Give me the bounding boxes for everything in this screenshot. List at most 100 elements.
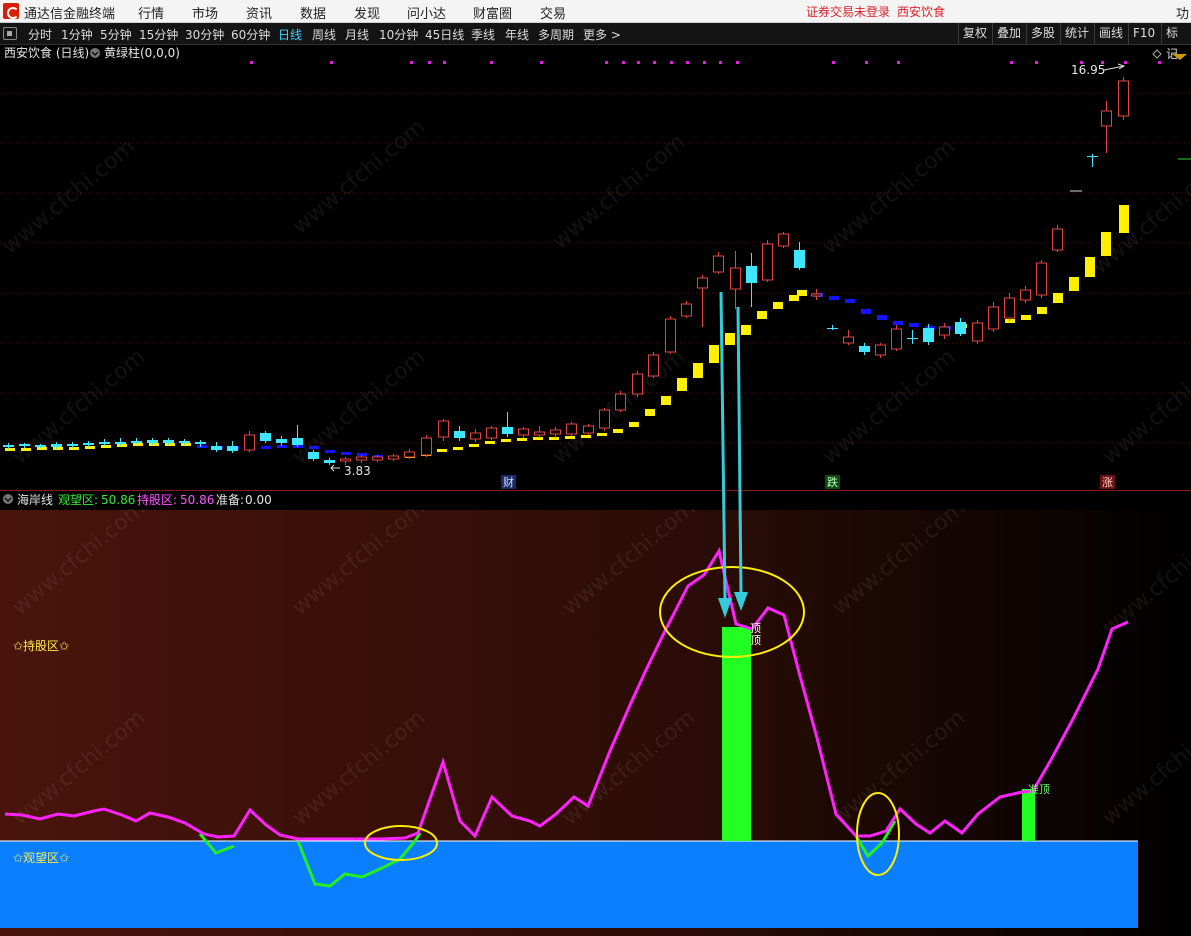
tool-multi-stock[interactable]: 多股 bbox=[1026, 23, 1059, 45]
candle-body bbox=[227, 446, 238, 451]
high-price-arrow bbox=[1103, 63, 1126, 71]
candle-body bbox=[1020, 289, 1031, 301]
period-1min[interactable]: 1分钟 bbox=[61, 26, 93, 43]
candle-body bbox=[388, 455, 399, 460]
trend-bar bbox=[261, 446, 271, 449]
trend-bar bbox=[197, 445, 207, 448]
price-panel-title: 西安饮食 (日线) bbox=[4, 45, 89, 60]
indicator-panel[interactable]: www.cfchi.com www.cfchi.com www.cfchi.com w… bbox=[0, 490, 1191, 936]
trend-bar bbox=[485, 441, 495, 444]
candle-body bbox=[1036, 262, 1047, 296]
candle-body bbox=[470, 432, 481, 440]
tool-adjust-rights[interactable]: 复权 bbox=[958, 23, 991, 45]
period-daily[interactable]: 日线 bbox=[278, 26, 302, 43]
trend-bar bbox=[581, 435, 591, 438]
period-15min[interactable]: 15分钟 bbox=[139, 26, 178, 43]
signal-dot bbox=[686, 61, 689, 64]
period-multi[interactable]: 多周期 bbox=[538, 26, 574, 43]
period-10min[interactable]: 10分钟 bbox=[379, 26, 418, 43]
current-stock-name: 西安饮食 bbox=[897, 5, 946, 19]
trend-bar bbox=[597, 433, 607, 436]
candle-body bbox=[955, 322, 966, 334]
high-price-label: 16.95 bbox=[1071, 63, 1105, 77]
period-monthly[interactable]: 月线 bbox=[345, 26, 369, 43]
signal-dot bbox=[490, 61, 493, 64]
trend-bar bbox=[501, 439, 511, 442]
price-chart-panel[interactable]: www.cfchi.com www.cfchi.com www.cfchi.com w… bbox=[0, 45, 1191, 490]
tool-mark[interactable]: 标记 bbox=[1161, 23, 1191, 61]
trend-bar bbox=[37, 447, 47, 450]
watermark-text: www.cfchi.com bbox=[288, 344, 430, 469]
signal-dot bbox=[605, 61, 608, 64]
candle-body bbox=[730, 267, 741, 290]
indicator-chart[interactable]: www.cfchi.com www.cfchi.com www.cfchi.com w… bbox=[0, 491, 1191, 936]
trend-bar bbox=[165, 443, 175, 446]
tool-statistics[interactable]: 统计 bbox=[1060, 23, 1093, 45]
tool-overlay[interactable]: 叠加 bbox=[992, 23, 1025, 45]
trend-bar bbox=[861, 309, 871, 314]
candle-body bbox=[907, 338, 918, 339]
trend-bar bbox=[1119, 205, 1129, 233]
menu-cut-off-item[interactable]: 功 bbox=[1176, 3, 1189, 22]
signal-dot bbox=[540, 61, 543, 64]
trend-bar bbox=[877, 315, 887, 320]
event-marker-finance-label: 财 bbox=[503, 475, 514, 489]
indicator-legend: 海岸线 观望区: 50.86 持股区: 50.86 准备: 0.00 bbox=[17, 492, 272, 507]
candle-body bbox=[372, 456, 383, 461]
period-intraday[interactable]: 分时 bbox=[28, 26, 52, 43]
trend-bar bbox=[909, 323, 919, 327]
candle-body bbox=[665, 318, 676, 353]
candle-body bbox=[421, 437, 432, 456]
signal-dot bbox=[1010, 61, 1013, 64]
price-chart[interactable]: www.cfchi.com www.cfchi.com www.cfchi.com w… bbox=[0, 45, 1191, 490]
trend-bar bbox=[1021, 315, 1031, 320]
event-marker-rise-label: 涨 bbox=[1102, 476, 1113, 489]
period-45day[interactable]: 45日线 bbox=[425, 26, 464, 43]
menu-news[interactable]: 资讯 bbox=[246, 3, 272, 22]
signal-dot bbox=[1158, 61, 1161, 64]
tool-draw-line[interactable]: 画线 bbox=[1094, 23, 1127, 45]
candle-body bbox=[115, 442, 126, 444]
trend-bar bbox=[845, 299, 855, 303]
triangle-marker-icon bbox=[1172, 54, 1187, 60]
low-price-arrow bbox=[330, 464, 340, 472]
candle-body bbox=[163, 440, 174, 443]
period-5min[interactable]: 5分钟 bbox=[100, 26, 132, 43]
period-60min[interactable]: 60分钟 bbox=[231, 26, 270, 43]
menu-trade[interactable]: 交易 bbox=[540, 3, 566, 22]
signal-dot bbox=[443, 61, 446, 64]
menu-market[interactable]: 市场 bbox=[192, 3, 218, 22]
menu-quotes[interactable]: 行情 bbox=[138, 3, 164, 22]
candle-body bbox=[340, 458, 351, 462]
menu-wealth-circle[interactable]: 财富圈 bbox=[473, 3, 512, 22]
trend-bar bbox=[1037, 307, 1047, 314]
signal-dot bbox=[330, 61, 333, 64]
period-quarterly[interactable]: 季线 bbox=[471, 26, 495, 43]
menu-discover[interactable]: 发现 bbox=[354, 3, 380, 22]
menu-ask-xiaoda[interactable]: 问小达 bbox=[407, 3, 446, 22]
indicator-panel-dropdown-icon[interactable] bbox=[3, 494, 13, 504]
menu-data[interactable]: 数据 bbox=[300, 3, 326, 22]
period-yearly[interactable]: 年线 bbox=[505, 26, 529, 43]
watch-zone-label: ✩观望区✩ bbox=[13, 851, 69, 865]
candle-body bbox=[1004, 297, 1015, 319]
period-weekly[interactable]: 周线 bbox=[312, 26, 336, 43]
tool-f10[interactable]: F10 bbox=[1128, 23, 1159, 45]
indicator-dropdown-icon[interactable] bbox=[90, 48, 100, 58]
price-watermarks: www.cfchi.com www.cfchi.com www.cfchi.com w… bbox=[0, 114, 1191, 469]
period-more[interactable]: 更多 > bbox=[583, 26, 621, 43]
signal-dot bbox=[670, 61, 673, 64]
candle-body bbox=[51, 444, 62, 447]
period-30min[interactable]: 30分钟 bbox=[185, 26, 224, 43]
candle-body bbox=[292, 438, 303, 445]
candle-body bbox=[486, 427, 497, 439]
candle-body bbox=[923, 328, 934, 342]
diamond-icon[interactable] bbox=[1152, 49, 1162, 59]
candle-body bbox=[794, 250, 805, 268]
trend-bar bbox=[1101, 232, 1111, 256]
candle-body bbox=[35, 445, 46, 447]
indicator-name: 黄绿柱(0,0,0) bbox=[104, 45, 180, 60]
sidebar-toggle-icon[interactable] bbox=[3, 27, 17, 40]
login-status[interactable]: 证券交易未登录 bbox=[806, 3, 890, 20]
candle-body bbox=[211, 446, 222, 450]
